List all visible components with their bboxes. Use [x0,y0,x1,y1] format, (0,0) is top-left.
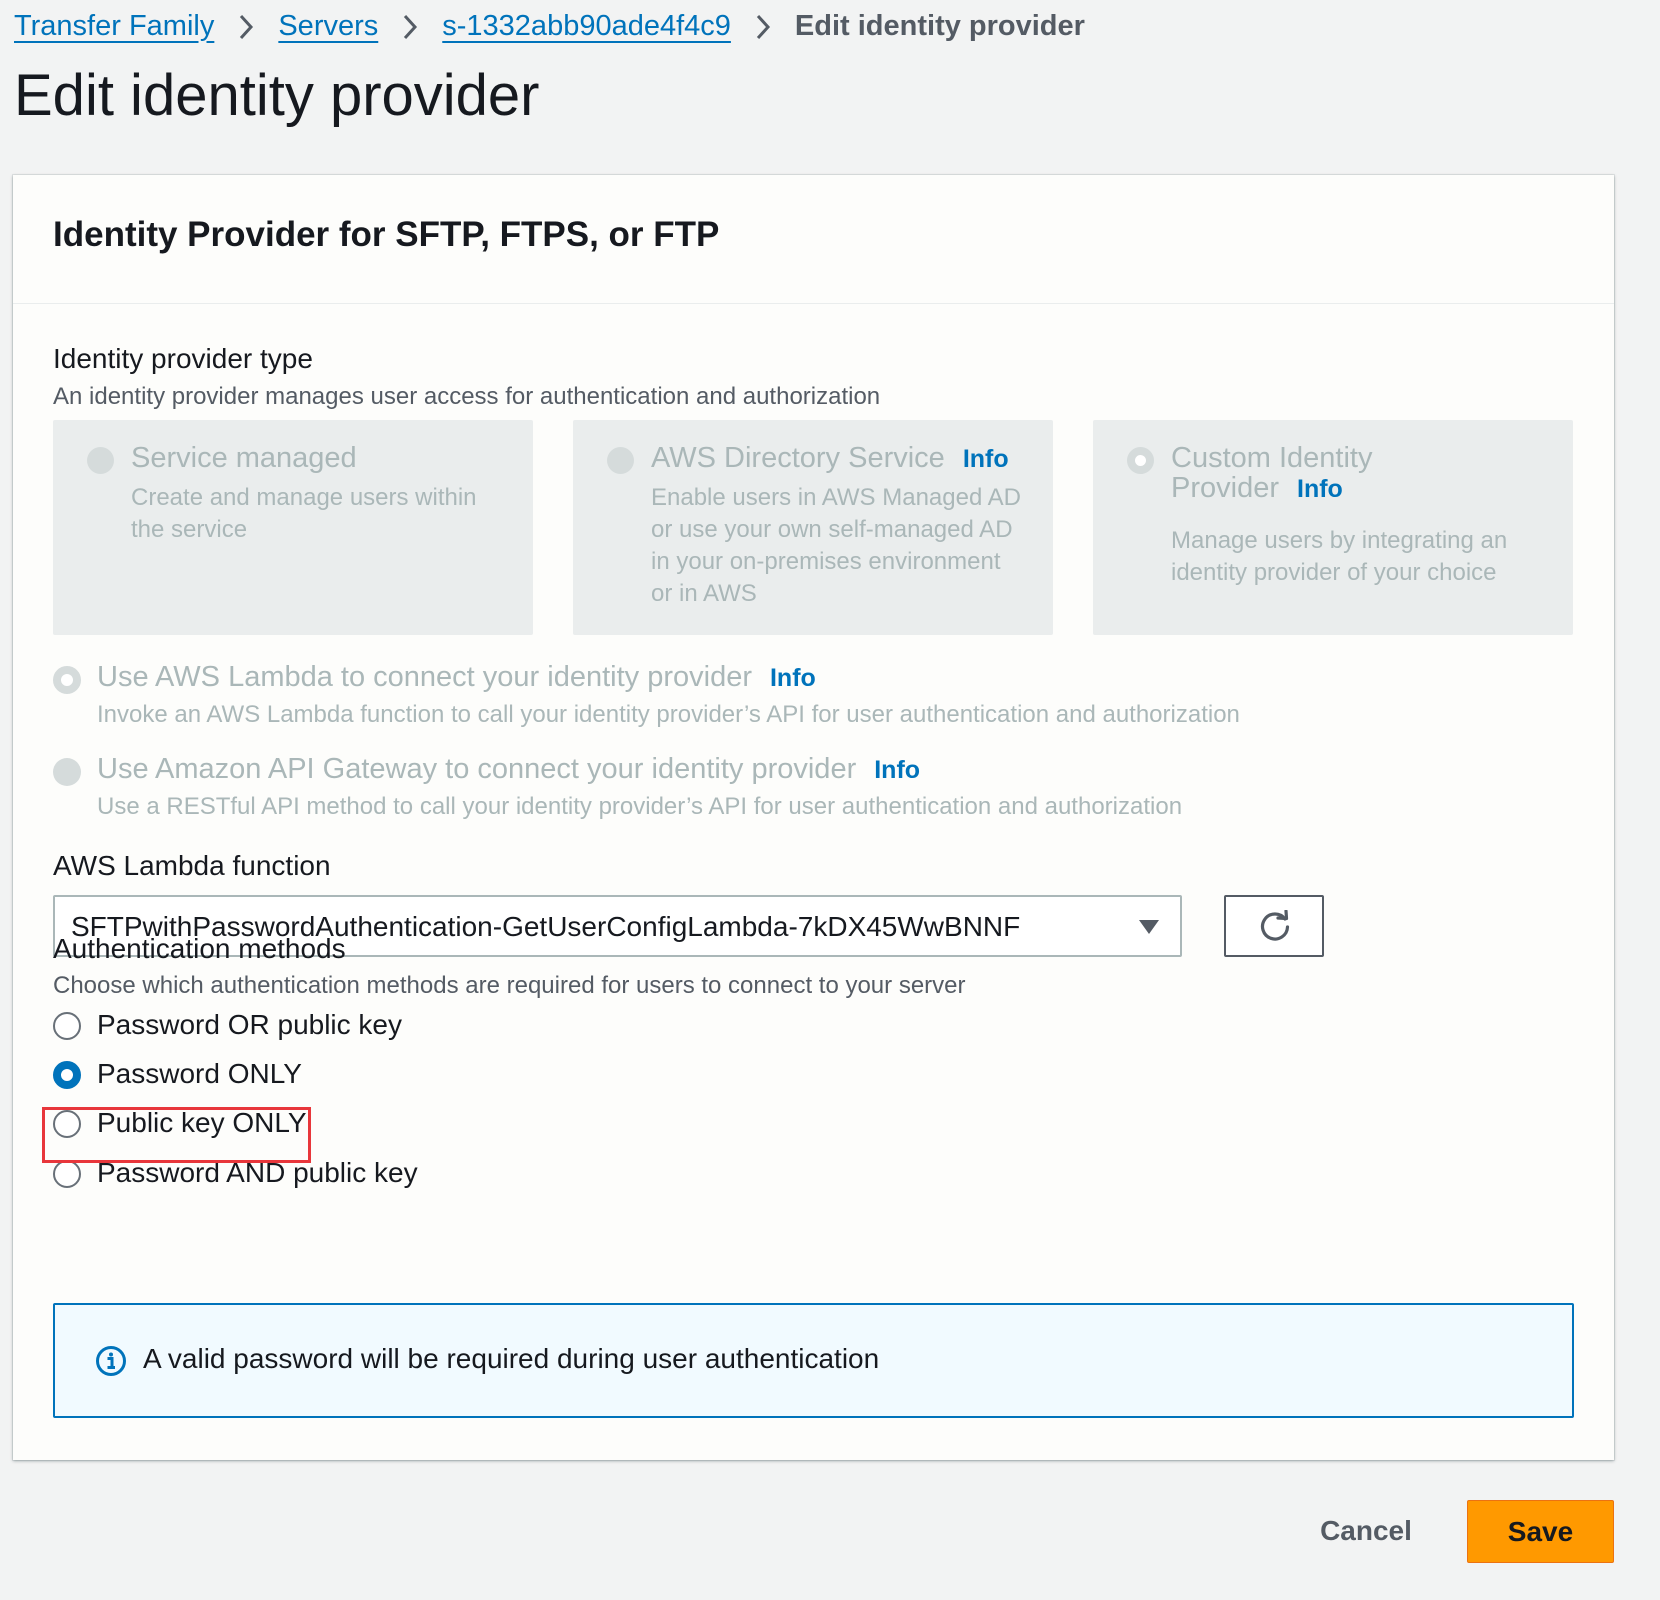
tile-aws-directory-service[interactable]: AWS Directory Service Info Enable users i… [573,420,1053,635]
tile-description-line: or use your own self-managed AD [651,516,1013,543]
auth-password-only-radio[interactable] [53,1061,81,1089]
breadcrumb-current: Edit identity provider [794,9,1085,42]
chevron-right-icon [378,10,442,43]
tile-title: Service managed [131,442,357,474]
api-gateway-option-radio[interactable] [53,758,81,786]
alert-text: A valid password will be required during… [143,1343,880,1374]
breadcrumb-link-transfer-family[interactable]: Transfer Family [14,10,214,43]
auth-password-or-key-radio[interactable] [53,1012,81,1040]
provider-type-label: Identity provider type [53,343,313,374]
auth-option-label[interactable]: Password ONLY [97,1058,302,1090]
auth-methods-label: Authentication methods [53,933,346,964]
info-link[interactable]: Info [1297,475,1343,503]
info-link[interactable]: Info [963,445,1009,473]
refresh-button[interactable] [1224,895,1324,957]
tile-service-managed[interactable]: Service managed Create and manage users … [53,420,533,635]
panel-header: Identity Provider for SFTP, FTPS, or FTP [13,175,1614,304]
info-link[interactable]: Info [770,664,816,692]
selection-highlight-box [42,1107,311,1163]
tile-title-text: AWS Directory Service [651,442,945,474]
api-gateway-option-title: Use Amazon API Gateway to connect your i… [97,753,920,786]
tile-description-line: or in AWS [651,580,757,607]
custom-identity-radio[interactable] [1127,447,1154,474]
lambda-function-label: AWS Lambda function [53,850,331,881]
breadcrumb: Transfer Family Servers s-1332abb90ade4f… [14,6,1085,46]
page-title: Edit identity provider [14,63,540,128]
service-managed-radio[interactable] [87,447,114,474]
tile-title-text: Provider [1171,472,1279,504]
tile-description-line: in your on-premises environment [651,548,1001,575]
lambda-option-description: Invoke an AWS Lambda function to call yo… [97,701,1240,728]
tile-description-line: Manage users by integrating an [1171,527,1508,554]
tile-description-line: Create and manage users within [131,484,477,511]
breadcrumb-link-servers[interactable]: Servers [278,10,378,43]
cancel-button[interactable]: Cancel [1292,1500,1440,1562]
info-link[interactable]: Info [874,756,920,784]
chevron-right-icon [731,10,795,43]
breadcrumb-link-server-id[interactable]: s-1332abb90ade4f4c9 [442,10,731,43]
tile-custom-identity-provider[interactable]: Custom Identity Provider Info Manage user… [1093,420,1573,635]
tile-description-line: Enable users in AWS Managed AD [651,484,1021,511]
tile-description-line: the service [131,516,248,543]
panel-title: Identity Provider for SFTP, FTPS, or FTP [53,215,720,254]
provider-type-description: An identity provider manages user access… [53,383,881,410]
lambda-option-title: Use AWS Lambda to connect your identity … [97,661,816,694]
api-gateway-option-description: Use a RESTful API method to call your id… [97,793,1183,820]
directory-service-radio[interactable] [607,447,634,474]
refresh-icon [1260,910,1290,941]
save-button[interactable]: Save [1467,1500,1614,1563]
tile-description-line: identity provider of your choice [1171,559,1497,586]
chevron-right-icon [214,10,278,43]
caret-down-icon [1139,920,1159,934]
lambda-option-title-text: Use AWS Lambda to connect your identity … [97,661,752,693]
tile-title-line2: Provider Info [1171,470,1343,507]
info-circle-icon [96,1346,126,1376]
identity-provider-panel: Identity Provider for SFTP, FTPS, or FTP… [13,175,1614,1460]
lambda-option-radio[interactable] [53,666,81,694]
auth-password-and-key-radio[interactable] [53,1160,81,1188]
api-gateway-option-title-text: Use Amazon API Gateway to connect your i… [97,753,857,785]
tile-title: AWS Directory Service Info [651,440,1009,477]
auth-methods-description: Choose which authentication methods are … [53,972,966,999]
info-alert: A valid password will be required during… [53,1303,1574,1418]
auth-option-label[interactable]: Password OR public key [97,1009,402,1041]
